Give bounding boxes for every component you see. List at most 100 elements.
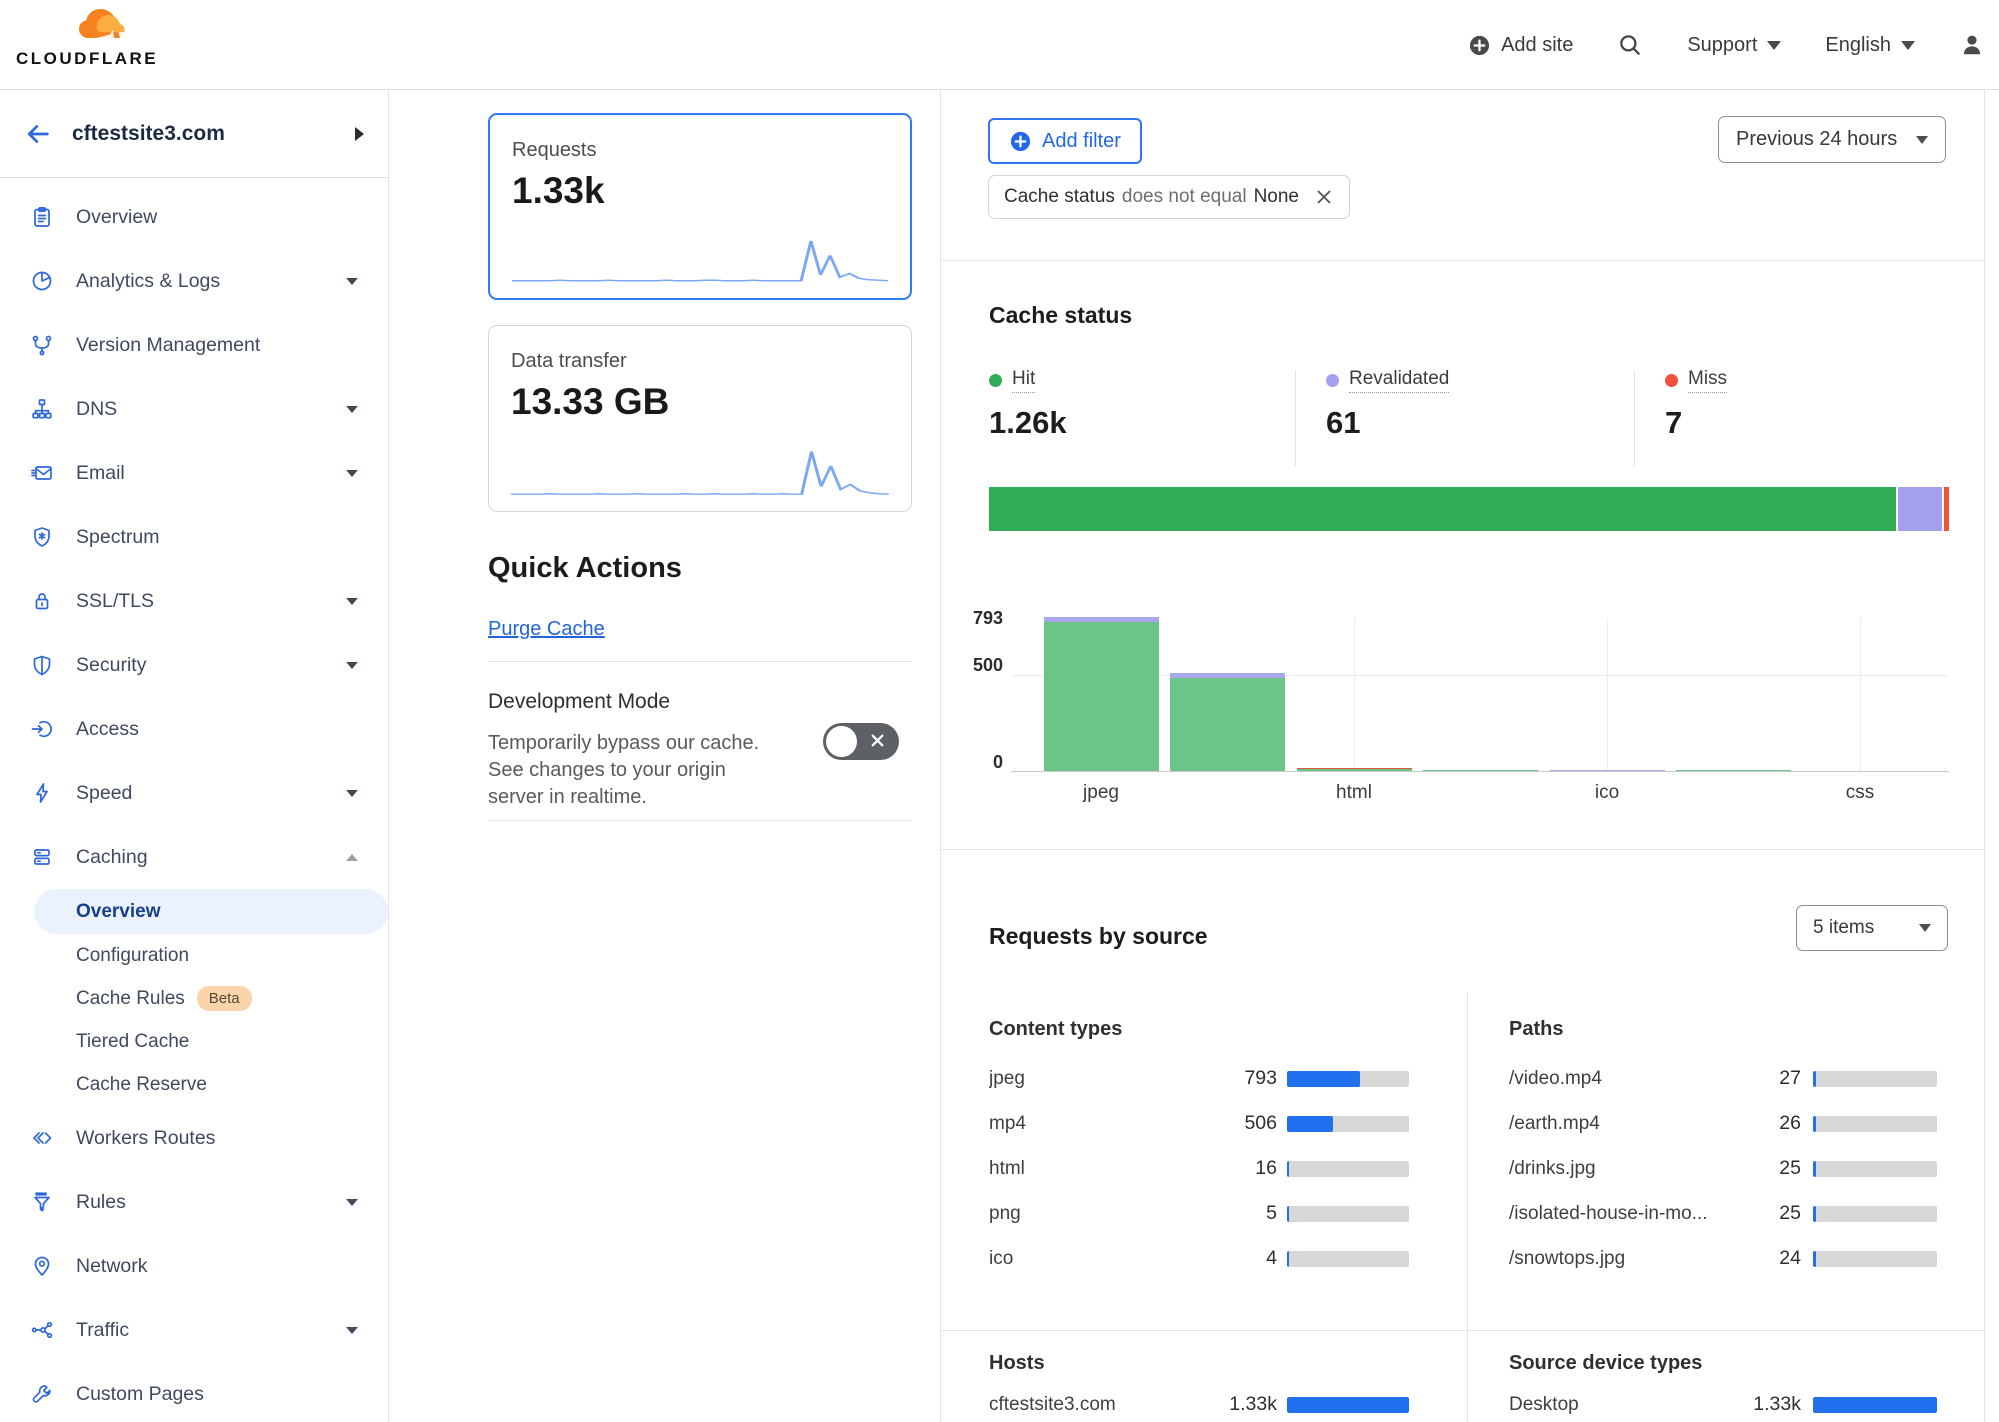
development-mode-toggle[interactable] [823, 723, 899, 760]
sidebar-item-workers-routes[interactable]: Workers Routes [0, 1106, 388, 1170]
bar-mp4 [1170, 673, 1285, 771]
sidebar-item-security[interactable]: Security [0, 633, 388, 697]
beta-badge: Beta [197, 986, 252, 1011]
cache-status-filter-chip: Cache status does not equal None [988, 175, 1350, 219]
quick-actions-title: Quick Actions [488, 552, 682, 585]
bar-track [1813, 1071, 1937, 1087]
y-axis-tick: 0 [941, 752, 1003, 773]
sidebar-item-rules[interactable]: Rules [0, 1170, 388, 1234]
sidebar-subitem-cache-rules[interactable]: Cache Rules Beta [0, 977, 388, 1020]
requests-metric-card[interactable]: Requests 1.33k [488, 113, 912, 300]
sidebar-item-traffic[interactable]: Traffic [0, 1298, 388, 1362]
site-switcher[interactable]: cftestsite3.com [0, 90, 388, 178]
language-menu[interactable]: English [1825, 34, 1915, 57]
data-transfer-metric-card[interactable]: Data transfer 13.33 GB [488, 325, 912, 512]
site-name: cftestsite3.com [72, 122, 225, 146]
cloudflare-wordmark: CLOUDFLARE [16, 49, 146, 69]
sidebar-item-speed[interactable]: Speed [0, 761, 388, 825]
bar-unlabeled [1676, 770, 1791, 772]
plus-circle-icon [1009, 130, 1032, 153]
bar-segment-hit [1676, 770, 1791, 772]
search-button[interactable] [1617, 32, 1643, 58]
requests-by-source-title: Requests by source [989, 923, 1208, 950]
chevron-down-icon [346, 470, 358, 477]
server-stack-icon [30, 845, 54, 869]
sidebar-subitem-caching-overview[interactable]: Overview [34, 889, 388, 934]
divider [488, 661, 912, 662]
hosts-list: cftestsite3.com 1.33k [989, 1382, 1409, 1422]
revalidated-label[interactable]: Revalidated [1349, 368, 1449, 393]
sidebar-item-overview[interactable]: Overview [0, 185, 388, 249]
miss-label[interactable]: Miss [1688, 368, 1727, 393]
sidebar-item-email[interactable]: Email [0, 441, 388, 505]
miss-dot-icon [1665, 374, 1678, 387]
support-menu[interactable]: Support [1687, 34, 1781, 57]
sidebar-item-caching[interactable]: Caching [0, 825, 388, 889]
chevron-up-icon [346, 854, 358, 861]
chevron-down-icon [1916, 136, 1928, 144]
list-item: /drinks.jpg 25 [1509, 1146, 1937, 1191]
sidebar-item-spectrum[interactable]: Spectrum [0, 505, 388, 569]
analytics-panel: Add filter Cache status does not equal N… [940, 90, 1985, 1422]
bar-chart-x-axis: jpeghtmlicocss [1011, 782, 1949, 812]
cloudflare-logo[interactable]: CLOUDFLARE [16, 6, 146, 69]
requests-value: 1.33k [512, 170, 888, 212]
chevron-down-icon [1919, 924, 1931, 932]
pie-chart-icon [30, 269, 54, 293]
purge-cache-link[interactable]: Purge Cache [488, 618, 605, 641]
x-axis-tick: html [1336, 782, 1372, 804]
chevron-right-icon[interactable] [355, 127, 364, 141]
requests-label: Requests [512, 139, 888, 162]
sidebar-item-network[interactable]: Network [0, 1234, 388, 1298]
search-icon [1617, 32, 1643, 58]
bar-segment-hit [1044, 622, 1159, 771]
sidebar-item-custom-pages[interactable]: Custom Pages [0, 1362, 388, 1422]
bar-jpeg [1044, 617, 1159, 771]
top-header: CLOUDFLARE Add site Support English [0, 0, 1999, 90]
revalidated-dot-icon [1326, 374, 1339, 387]
legend-revalidated: Revalidated 61 [1326, 368, 1449, 441]
divider [1467, 993, 1468, 1422]
data-transfer-label: Data transfer [511, 350, 889, 373]
sidebar-item-version-management[interactable]: Version Management [0, 313, 388, 377]
lock-icon [30, 589, 54, 613]
source-device-types-title: Source device types [1509, 1352, 1702, 1375]
hit-label[interactable]: Hit [1012, 368, 1035, 393]
paths-title: Paths [1509, 1018, 1563, 1041]
divider [1634, 370, 1635, 466]
wrench-icon [30, 1382, 54, 1406]
remove-filter-icon[interactable] [1314, 187, 1334, 207]
hosts-title: Hosts [989, 1352, 1045, 1375]
sidebar-item-ssl-tls[interactable]: SSL/TLS [0, 569, 388, 633]
sidebar-subitem-configuration[interactable]: Configuration [0, 934, 388, 977]
plus-circle-icon [1468, 34, 1491, 57]
chevron-down-icon [346, 278, 358, 285]
cloudflare-cloud-icon [68, 6, 146, 51]
add-filter-button[interactable]: Add filter [988, 118, 1142, 164]
sidebar-item-access[interactable]: Access [0, 697, 388, 761]
sidebar-item-dns[interactable]: DNS [0, 377, 388, 441]
chevron-down-icon [346, 598, 358, 605]
chevron-down-icon [1767, 41, 1781, 50]
back-arrow-icon[interactable] [24, 120, 52, 153]
bar-segment-hit [1170, 678, 1285, 771]
bar-track [1287, 1071, 1409, 1087]
list-item: /earth.mp4 26 [1509, 1101, 1937, 1146]
items-count-select[interactable]: 5 items [1796, 905, 1948, 951]
add-site-button[interactable]: Add site [1468, 34, 1573, 57]
network-share-icon [30, 1318, 54, 1342]
divider [488, 820, 912, 821]
list-item: /snowtops.jpg 24 [1509, 1236, 1937, 1281]
sidebar-subitem-tiered-cache[interactable]: Tiered Cache [0, 1020, 388, 1063]
bolt-icon [30, 781, 54, 805]
hit-value: 1.26k [989, 405, 1067, 441]
device-types-list: Desktop 1.33k [1509, 1382, 1937, 1422]
sidebar-subitem-cache-reserve[interactable]: Cache Reserve [0, 1063, 388, 1106]
account-menu[interactable] [1959, 32, 1985, 58]
sidebar-item-analytics-logs[interactable]: Analytics & Logs [0, 249, 388, 313]
list-item: mp4 506 [989, 1101, 1409, 1146]
bar-segment-revalidated [1550, 770, 1665, 772]
caching-submenu: Overview Configuration Cache Rules Beta … [0, 889, 388, 1106]
time-range-select[interactable]: Previous 24 hours [1718, 116, 1946, 163]
toggle-knob [826, 726, 857, 757]
